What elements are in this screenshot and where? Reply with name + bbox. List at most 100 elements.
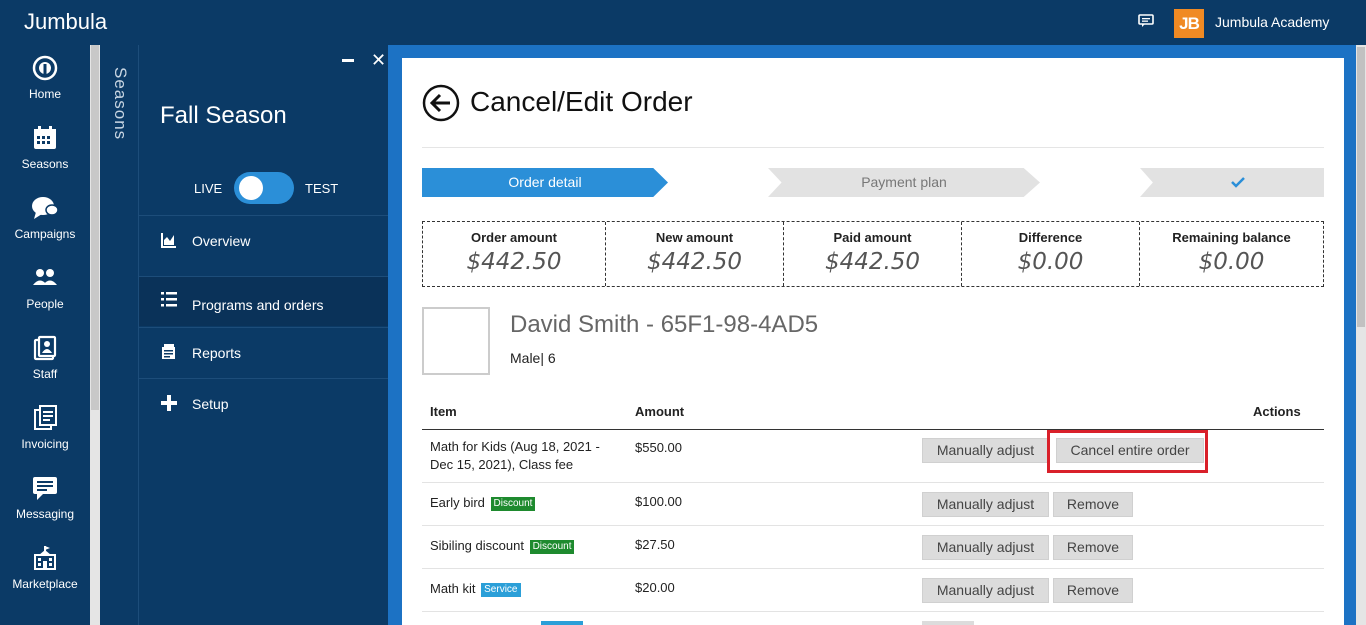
- main-scrollbar[interactable]: [1356, 45, 1366, 625]
- rail-item-home[interactable]: Home: [0, 55, 90, 125]
- service-badge: Service: [481, 583, 521, 597]
- item-label: Sibiling discount: [430, 538, 524, 553]
- service-badge: [541, 621, 583, 625]
- season-panel: ✕ Fall Season LIVE TEST Overview Program…: [139, 45, 388, 625]
- rail-item-seasons[interactable]: Seasons: [0, 125, 90, 195]
- item-name: Sibiling discount Discount: [430, 537, 730, 555]
- item-name: Math for Kids (Aug 18, 2021 - Dec 15, 20…: [430, 439, 600, 472]
- remove-button[interactable]: Remove: [1053, 492, 1133, 517]
- rail-label: Marketplace: [12, 577, 78, 591]
- order-card: Cancel/Edit Order Order detail Payment p…: [402, 58, 1344, 625]
- home-icon: [32, 55, 58, 81]
- live-test-toggle-row: LIVE TEST: [139, 170, 388, 206]
- manually-adjust-button[interactable]: [922, 621, 974, 625]
- table-row: [422, 612, 1324, 625]
- step-order-detail[interactable]: Order detail: [422, 168, 668, 197]
- checkmark-icon: [1231, 177, 1245, 188]
- main-nav-rail: Home Seasons Campaigns People Staff Invo…: [0, 45, 90, 625]
- chat-icon[interactable]: [1138, 14, 1154, 28]
- step-confirm[interactable]: [1140, 168, 1324, 197]
- rail-item-staff[interactable]: Staff: [0, 335, 90, 405]
- panel-nav-setup[interactable]: Setup: [139, 378, 388, 428]
- rail-item-campaigns[interactable]: Campaigns: [0, 195, 90, 265]
- rail-scrollbar[interactable]: [90, 45, 100, 625]
- discount-badge: Discount: [490, 497, 536, 511]
- calendar-icon: [34, 126, 56, 149]
- panel-nav-label: Overview: [192, 233, 251, 249]
- back-arrow-icon[interactable]: [422, 84, 460, 122]
- panel-nav-overview[interactable]: Overview: [139, 215, 388, 265]
- manually-adjust-button[interactable]: Manually adjust: [922, 578, 1049, 603]
- summary-value: $442.50: [466, 249, 562, 275]
- main-scroll-thumb[interactable]: [1357, 47, 1365, 327]
- item-label: Early bird: [430, 495, 485, 510]
- manually-adjust-button[interactable]: Manually adjust: [922, 438, 1049, 463]
- rail-label: Invoicing: [21, 437, 69, 451]
- campaigns-icon: [32, 197, 59, 219]
- close-icon[interactable]: ✕: [371, 50, 386, 71]
- seasons-strip-label: Seasons: [111, 67, 130, 141]
- participant-meta: Male| 6: [510, 350, 556, 366]
- summary-value: $0.00: [1198, 249, 1265, 275]
- live-test-toggle[interactable]: [234, 172, 294, 204]
- step-payment-plan[interactable]: Payment plan: [768, 168, 1040, 197]
- avatar: [422, 307, 490, 375]
- panel-nav-label: Setup: [192, 396, 229, 412]
- panel-nav-programs-and-orders[interactable]: Programs and orders: [139, 276, 388, 326]
- order-summary: Order amount $442.50 New amount $442.50 …: [422, 221, 1324, 287]
- minimize-icon[interactable]: [342, 59, 354, 62]
- participant-name: David Smith - 65F1-98-4AD5: [510, 311, 819, 338]
- summary-label: Paid amount: [833, 230, 912, 245]
- header-item: Item: [430, 404, 457, 419]
- org-logo[interactable]: JB: [1174, 9, 1204, 38]
- summary-label: New amount: [655, 230, 734, 245]
- rail-label: Home: [28, 87, 61, 101]
- list-icon: [161, 292, 177, 307]
- summary-value: $442.50: [824, 249, 921, 275]
- panel-nav-label: Programs and orders: [192, 297, 324, 313]
- header-actions: Actions: [1253, 404, 1301, 419]
- staff-icon: [33, 335, 57, 361]
- panel-nav-reports[interactable]: Reports: [139, 327, 388, 377]
- remove-button[interactable]: Remove: [1053, 535, 1133, 560]
- rail-label: People: [26, 297, 64, 311]
- item-amount: $550.00: [635, 440, 682, 455]
- table-row: Sibiling discount Discount $27.50 Manual…: [422, 526, 1324, 569]
- live-label: LIVE: [194, 181, 223, 196]
- summary-new-amount: New amount $442.50: [605, 222, 783, 286]
- seasons-strip[interactable]: Seasons: [100, 45, 139, 625]
- highlight-box: [1047, 430, 1208, 473]
- org-name[interactable]: Jumbula Academy: [1215, 14, 1329, 30]
- rail-label: Messaging: [15, 507, 75, 521]
- rail-scroll-thumb[interactable]: [91, 45, 99, 410]
- toggle-knob: [239, 176, 263, 200]
- item-label: Math kit: [430, 581, 476, 596]
- item-name: Math kit Service: [430, 580, 730, 598]
- summary-difference: Difference $0.00: [961, 222, 1139, 286]
- rail-item-messaging[interactable]: Messaging: [0, 475, 90, 545]
- brand-name[interactable]: Jumbula: [24, 9, 107, 35]
- summary-paid-amount: Paid amount $442.50: [783, 222, 961, 286]
- item-name: Early bird Discount: [430, 494, 730, 512]
- rail-label: Staff: [32, 367, 58, 381]
- summary-value: $0.00: [1017, 249, 1084, 275]
- season-title: Fall Season: [160, 102, 287, 129]
- item-amount: $27.50: [635, 537, 675, 552]
- manually-adjust-button[interactable]: Manually adjust: [922, 535, 1049, 560]
- summary-label: Order amount: [471, 230, 557, 245]
- discount-badge: Discount: [529, 540, 575, 554]
- marketplace-icon: [34, 546, 56, 570]
- remove-button[interactable]: Remove: [1053, 578, 1133, 603]
- summary-label: Remaining balance: [1172, 230, 1291, 245]
- summary-value: $442.50: [646, 249, 743, 275]
- table-row: Math kit Service $20.00 Manually adjust …: [422, 569, 1324, 612]
- rail-item-marketplace[interactable]: Marketplace: [0, 545, 90, 615]
- rail-item-invoicing[interactable]: Invoicing: [0, 405, 90, 475]
- rail-item-people[interactable]: People: [0, 265, 90, 335]
- rail-label: Seasons: [21, 157, 69, 171]
- summary-order-amount: Order amount $442.50: [423, 222, 605, 286]
- page-title: Cancel/Edit Order: [470, 86, 693, 117]
- manually-adjust-button[interactable]: Manually adjust: [922, 492, 1049, 517]
- report-icon: [162, 344, 175, 359]
- table-row: Early bird Discount $100.00 Manually adj…: [422, 483, 1324, 526]
